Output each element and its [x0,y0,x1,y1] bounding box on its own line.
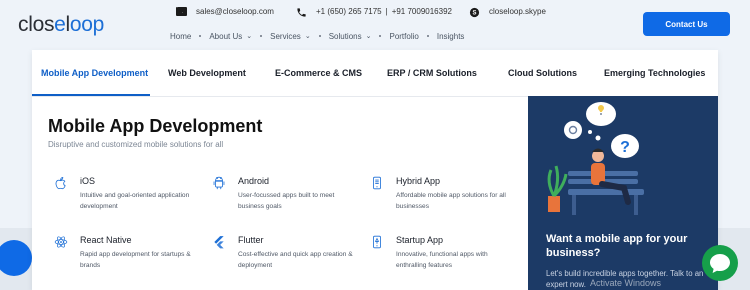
service-name: iOS [80,176,96,186]
service-tabs: Mobile App Development Web Development E… [32,50,718,97]
nav-label: Home [170,31,192,41]
phone-divider: | [385,6,388,16]
service-description: Cost-effective and quick app creation & … [238,251,353,269]
service-name: Hybrid App [396,176,441,186]
startup-app-icon [373,235,381,249]
email-text: sales@closeloop.com [196,6,274,16]
person-on-bench-illustration: ? [547,102,644,215]
logo-text-part: oop [69,13,105,36]
chevron-down-icon: ⌄ [365,33,372,40]
nav-dot [379,35,382,37]
service-description: Innovative, functional apps with enthral… [396,251,488,269]
top-header: closeloop sales@closeloop.com +1 (650) 2… [0,0,750,50]
closeloop-logo[interactable]: closeloop [18,13,104,37]
apple-icon [55,176,66,190]
contact-skype[interactable]: S closeloop.skype [469,4,546,18]
tab-mobile-app-development[interactable]: Mobile App Development [41,68,148,78]
chevron-down-icon: ⌄ [304,33,311,40]
active-tab-indicator [32,94,150,96]
nav-label: About Us [209,31,243,41]
contact-phone[interactable]: +1 (650) 265 7175 | +91 7009016392 [296,4,452,18]
logo-text-part: e [54,13,66,36]
section-title: Mobile App Development [48,116,263,136]
hybrid-app-icon [373,176,381,190]
service-description: Rapid app development for startups & bra… [80,251,191,269]
nav-home[interactable]: Home [170,32,191,41]
os-activation-watermark: Activate Windows [590,278,662,288]
tab-cloud-solutions[interactable]: Cloud Solutions [508,68,577,78]
nav-portfolio[interactable]: Portfolio [389,32,418,41]
nav-solutions[interactable]: Solutions ⌄ [329,32,372,41]
service-description: User-focussed apps built to meet busines… [238,192,335,210]
nav-dot [260,35,263,37]
svg-text:?: ? [620,139,630,156]
section-subtitle: Disruptive and customized mobile solutio… [48,140,224,149]
flutter-icon [214,236,224,249]
nav-dot [199,35,202,37]
service-description: Intuitive and goal-oriented application … [80,192,190,210]
nav-label: Insights [436,31,465,41]
service-name: Startup App [396,235,444,245]
tab-ecommerce-cms[interactable]: E-Commerce & CMS [275,68,362,78]
service-name: Flutter [238,235,264,245]
chat-button[interactable] [702,245,738,281]
nav-insights[interactable]: Insights [437,32,465,41]
react-icon [54,236,68,248]
main-nav: Home About Us ⌄ Services ⌄ Solutions ⌄ Port… [170,30,464,42]
service-name: Android [238,176,270,186]
logo-text-part: clos [18,13,55,36]
service-name: React Native [80,235,132,245]
phone-us-text: +1 (650) 265 7175 [316,6,382,16]
contact-email[interactable]: sales@closeloop.com [176,4,274,18]
chevron-down-icon: ⌄ [246,33,253,40]
mail-icon [176,6,187,16]
nav-services[interactable]: Services ⌄ [270,32,311,41]
service-description: Affordable mobile app solutions for all … [396,192,506,210]
nav-dot [318,35,321,37]
services-mega-menu: Mobile App Development Web Development E… [32,50,718,290]
chat-bubble-icon [710,254,730,273]
nav-dot [426,35,429,37]
nav-label: Portfolio [389,31,419,41]
phone-in-text: +91 7009016392 [391,6,452,16]
promo-title: Want a mobile app for your business? [546,233,688,259]
phone-icon [296,7,307,17]
skype-icon: S [469,7,480,17]
nav-label: Solutions [328,31,362,41]
nav-label: Services [270,31,301,41]
svg-text:S: S [473,10,477,16]
contact-us-button[interactable]: Contact Us [643,12,730,36]
tab-erp-crm-solutions[interactable]: ERP / CRM Solutions [387,68,477,78]
promo-panel[interactable]: ? Want a mobile app for your business? L… [528,96,718,290]
nav-about-us[interactable]: About Us ⌄ [209,32,252,41]
android-icon [213,176,225,190]
skype-text: closeloop.skype [489,6,546,16]
tab-web-development[interactable]: Web Development [168,68,246,78]
tab-emerging-technologies[interactable]: Emerging Technologies [604,68,705,78]
